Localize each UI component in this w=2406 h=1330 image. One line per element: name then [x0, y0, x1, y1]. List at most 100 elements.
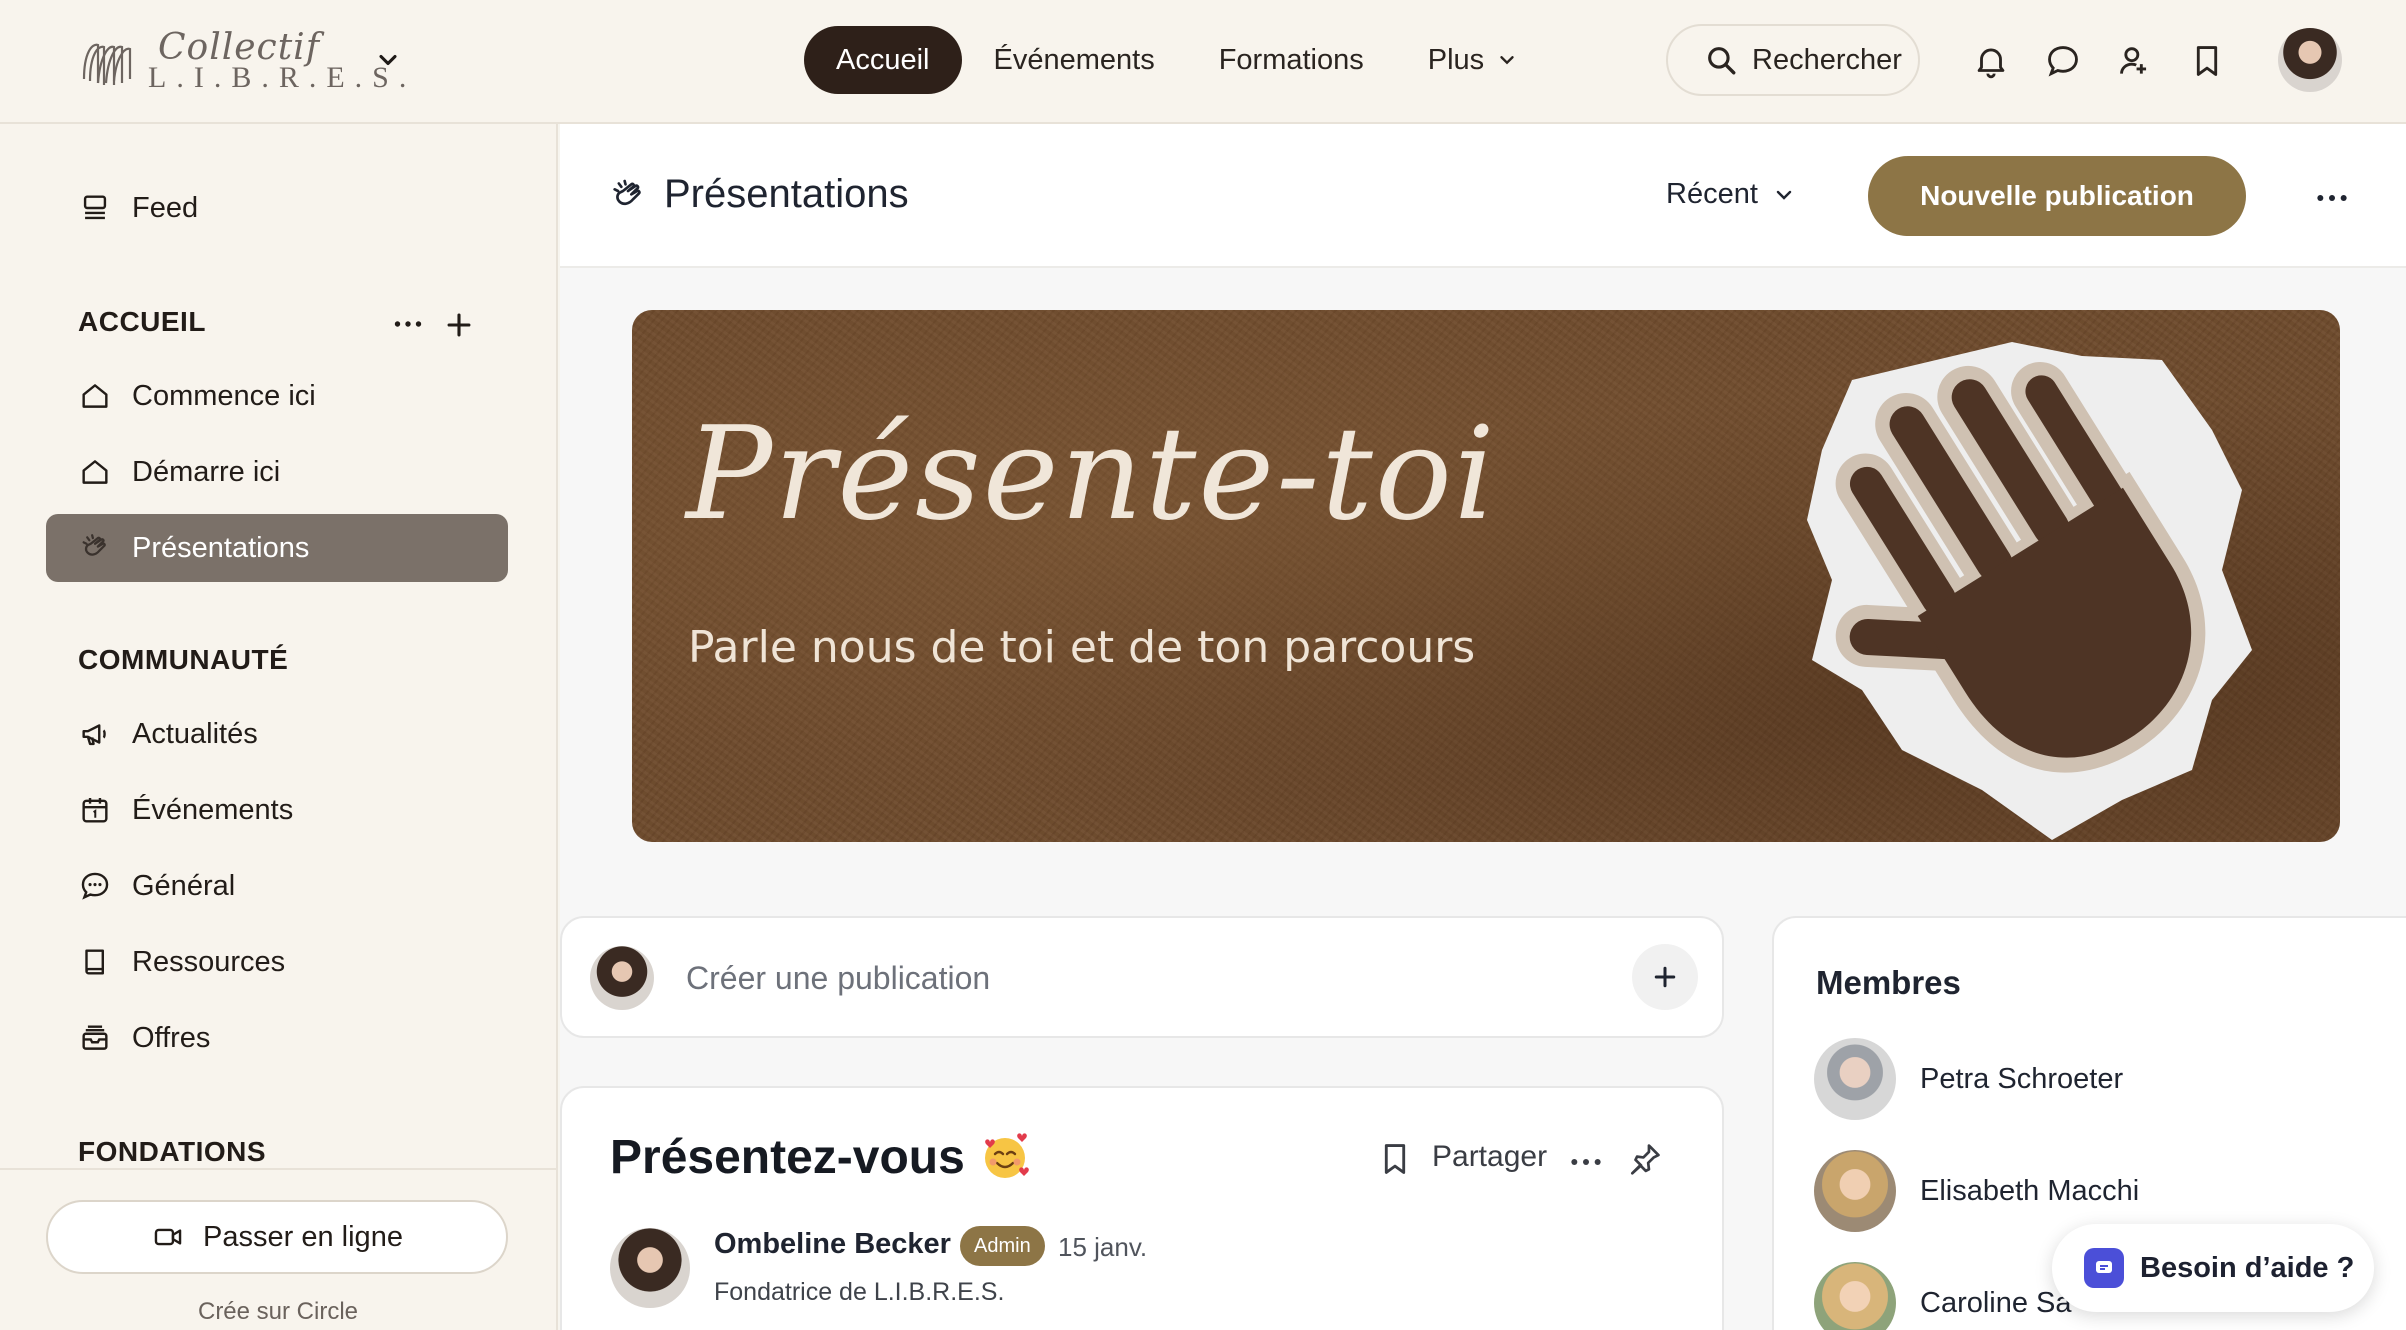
- more-horizontal-icon[interactable]: [390, 306, 426, 342]
- wave-hand-icon: [82, 534, 106, 556]
- sidebar-item-feed[interactable]: Feed: [46, 174, 508, 242]
- share-button[interactable]: Partager: [1432, 1140, 1547, 1174]
- members-title: Membres: [1816, 964, 1961, 1001]
- member-avatar: [1814, 1150, 1896, 1232]
- sidebar-item-label: Démarre ici: [132, 455, 281, 488]
- sidebar-item-label: Offres: [132, 1021, 211, 1054]
- nav-evenements[interactable]: Événements: [962, 26, 1187, 94]
- member-item[interactable]: Petra Schroeter: [1814, 1038, 2123, 1120]
- banner-title: Présente-toi: [686, 400, 1497, 549]
- calendar-icon: [82, 797, 108, 823]
- space-header: Présentations Récent Nouvelle publicatio…: [560, 124, 2406, 268]
- member-avatar: [1814, 1262, 1896, 1330]
- sidebar-item-label: Présentations: [132, 531, 310, 564]
- member-name: Petra Schroeter: [1920, 1062, 2124, 1095]
- nav-label: Événements: [993, 43, 1155, 76]
- sidebar-item-label: Ressources: [132, 945, 286, 978]
- nav-formations[interactable]: Formations: [1187, 26, 1396, 94]
- made-on-circle-link[interactable]: Crée sur Circle: [0, 1298, 556, 1326]
- sort-label: Récent: [1666, 178, 1758, 210]
- sort-dropdown[interactable]: Récent: [1666, 178, 1796, 211]
- sidebar-item-commence-ici[interactable]: Commence ici: [46, 362, 508, 430]
- go-live-label: Passer en ligne: [203, 1220, 403, 1253]
- member-item[interactable]: Elisabeth Macchi: [1814, 1150, 2139, 1232]
- sidebar-footer: Passer en ligne Crée sur Circle: [0, 1168, 556, 1330]
- bookmark-icon[interactable]: [2188, 42, 2226, 80]
- author-avatar[interactable]: [610, 1228, 690, 1308]
- home-icon: [82, 384, 108, 408]
- add-post-button[interactable]: [1632, 944, 1698, 1010]
- post-title[interactable]: Présentez-vous: [610, 1130, 965, 1185]
- brand-wordmark: Collectif L.I.B.R.E.S.: [148, 27, 406, 97]
- feed-icon: [83, 195, 107, 220]
- nav-plus[interactable]: Plus: [1396, 26, 1550, 94]
- go-live-button[interactable]: Passer en ligne: [46, 1200, 508, 1274]
- search-icon: [1708, 47, 1736, 75]
- home-icon: [82, 460, 108, 484]
- section-heading-fondations: FONDATIONS: [78, 1136, 267, 1167]
- search-button[interactable]: Rechercher: [1666, 24, 1920, 96]
- video-camera-icon: [154, 1228, 182, 1246]
- bookmark-icon[interactable]: [1376, 1140, 1414, 1178]
- section-heading-communaute: COMMUNAUTÉ: [78, 644, 289, 675]
- sidebar-item-evenements[interactable]: Événements: [46, 776, 508, 844]
- admin-badge: Admin: [960, 1226, 1045, 1266]
- bell-icon[interactable]: [1972, 42, 2010, 80]
- member-name: Elisabeth Macchi: [1920, 1174, 2140, 1207]
- sidebar-item-actualites[interactable]: Actualités: [46, 700, 508, 768]
- author-name[interactable]: Ombeline Becker: [714, 1228, 951, 1261]
- help-label: Besoin d’aide ?: [2140, 1251, 2355, 1284]
- help-button[interactable]: Besoin d’aide ?: [2052, 1224, 2374, 1312]
- plus-icon[interactable]: [442, 308, 476, 342]
- chat-bubble-icon[interactable]: [2044, 42, 2082, 80]
- sidebar-item-label: Commence ici: [132, 379, 316, 412]
- nav-label: Formations: [1218, 43, 1364, 76]
- pin-icon[interactable]: [1626, 1140, 1664, 1178]
- sidebar-item-ressources[interactable]: Ressources: [46, 928, 508, 996]
- user-plus-icon[interactable]: [2116, 42, 2154, 80]
- sidebar-item-general[interactable]: Général: [46, 852, 508, 920]
- sidebar-item-label: Feed: [132, 191, 199, 224]
- chevron-down-icon: [1776, 190, 1792, 200]
- main-nav: Accueil Événements Formations Plus: [804, 26, 1550, 94]
- nav-label: Accueil: [836, 43, 930, 76]
- create-post-composer[interactable]: Créer une publication: [560, 916, 1724, 1038]
- top-bar: Collectif L.I.B.R.E.S. Accueil Événement…: [0, 0, 2406, 124]
- author-headline: Fondatrice de L.I.B.R.E.S.: [714, 1278, 1005, 1306]
- book-icon: [85, 949, 104, 975]
- user-avatar[interactable]: [2278, 28, 2342, 92]
- post-card: Présentez-vous Partager Ombeline Becker …: [560, 1086, 1724, 1330]
- wave-hand-icon: [613, 179, 641, 206]
- page-title: Présentations: [664, 172, 909, 216]
- member-name: Caroline Sa: [1920, 1286, 2072, 1319]
- member-avatar: [1814, 1038, 1896, 1120]
- composer-placeholder: Créer une publication: [686, 960, 991, 996]
- brand-logo[interactable]: Collectif L.I.B.R.E.S.: [78, 24, 406, 100]
- nav-accueil[interactable]: Accueil: [804, 26, 962, 94]
- sidebar-item-presentations[interactable]: Présentations: [46, 514, 508, 582]
- sidebar-item-label: Actualités: [132, 717, 258, 750]
- sidebar-item-offres[interactable]: Offres: [46, 1004, 508, 1072]
- help-chat-icon: [2084, 1248, 2124, 1288]
- new-post-button[interactable]: Nouvelle publication: [1868, 156, 2246, 236]
- sidebar-item-demarre-ici[interactable]: Démarre ici: [46, 438, 508, 506]
- chevron-down-icon[interactable]: [374, 46, 402, 74]
- chat-dots-icon: [81, 872, 109, 900]
- sidebar-item-label: Général: [132, 869, 236, 902]
- more-horizontal-icon[interactable]: [1566, 1142, 1606, 1182]
- inbox-icon: [82, 1025, 108, 1050]
- smiling-face-with-hearts-icon: [985, 1133, 1029, 1178]
- avatar: [590, 946, 654, 1010]
- sidebar-item-label: Événements: [132, 793, 294, 826]
- member-item[interactable]: Caroline Sa: [1814, 1262, 2072, 1330]
- search-label: Rechercher: [1752, 43, 1902, 76]
- brand-mark-icon: [82, 43, 132, 85]
- more-horizontal-icon[interactable]: [2312, 178, 2352, 218]
- megaphone-icon: [82, 724, 106, 746]
- plus-icon: [1654, 966, 1676, 988]
- sidebar: Feed ACCUEIL Commence ici Démarre ici Pr…: [0, 124, 558, 1330]
- section-heading-accueil: ACCUEIL: [78, 306, 206, 337]
- nav-label: Plus: [1427, 43, 1485, 76]
- waving-hand-illustration-icon: [1807, 342, 2252, 840]
- chevron-down-icon: [1500, 56, 1514, 65]
